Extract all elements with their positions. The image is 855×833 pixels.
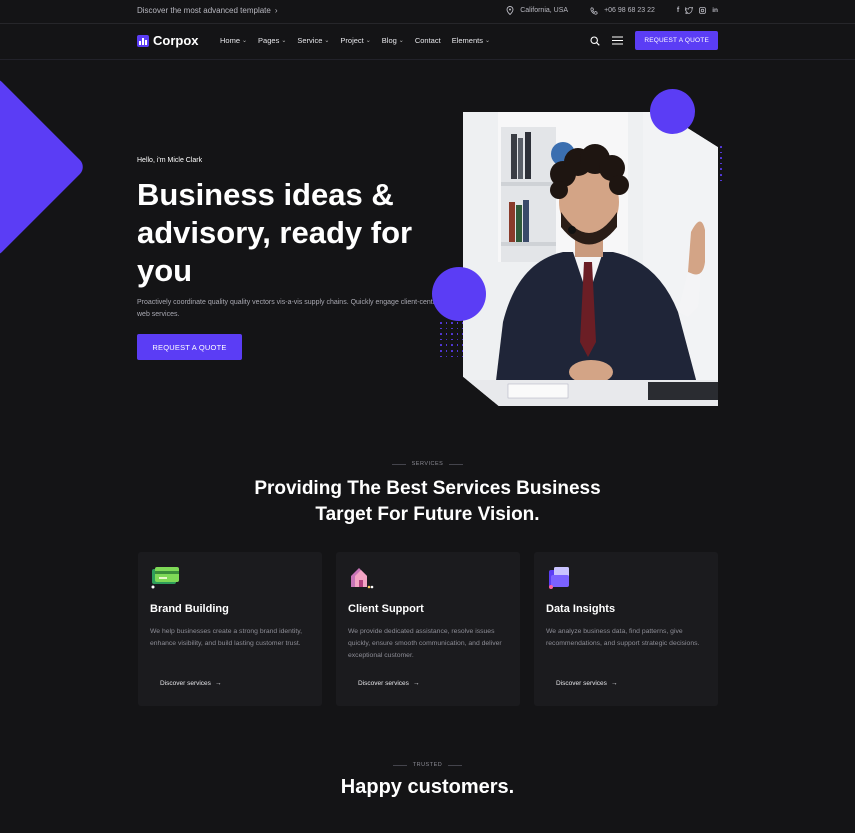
nav-item-home[interactable]: Home ⌄ [220, 36, 247, 45]
service-card-data-insights: Data Insights We analyze business data, … [534, 552, 718, 706]
discover-services-link[interactable]: Discover services → [358, 680, 419, 687]
logo-mark-icon [137, 34, 149, 47]
phone-icon [590, 6, 598, 15]
announcement-link[interactable]: Discover the most advanced template › [137, 6, 278, 15]
hero-title: Business ideas & advisory, ready for you [137, 177, 413, 288]
card-description: We analyze business data, find patterns,… [546, 628, 700, 647]
link-label: Discover services [358, 680, 409, 687]
logo-text: Corpox [153, 33, 199, 48]
nav-item-contact[interactable]: Contact [415, 36, 441, 45]
decorative-dots-left [440, 322, 464, 358]
hero-greeting: Hello, i'm Micle Clark [137, 157, 203, 164]
logo[interactable]: Corpox [137, 33, 199, 48]
services-eyebrow-label: SERVICES [411, 461, 444, 467]
chevron-down-icon: ⌄ [324, 38, 330, 44]
happy-customers-title: Happy customers. [340, 776, 515, 798]
phone-number[interactable]: +06 98 68 23 22 [604, 7, 655, 14]
services-title-line2: Target For Future Vision. [315, 504, 540, 525]
card-title: Client Support [348, 603, 424, 615]
credit-card-icon [150, 566, 179, 590]
nav-label: Contact [414, 36, 441, 45]
hero-description: Proactively coordinate quality quality v… [137, 299, 441, 318]
decorative-circle-left [432, 267, 486, 321]
menu-icon[interactable] [612, 36, 624, 45]
main-nav: Home ⌄ Pages ⌄ Service ⌄ Project ⌄ Blog ⌄ Con… [220, 36, 490, 45]
linkedin-icon[interactable]: in [712, 7, 718, 14]
nav-item-elements[interactable]: Elements ⌄ [452, 36, 490, 45]
chevron-down-icon: ⌄ [242, 38, 248, 44]
nav-label: Service [297, 36, 323, 45]
nav-item-project[interactable]: Project ⌄ [340, 36, 370, 45]
topbar: Discover the most advanced template › Ca… [0, 0, 855, 24]
nav-label: Blog [381, 36, 397, 45]
nav-item-pages[interactable]: Pages ⌄ [258, 36, 286, 45]
discover-services-link[interactable]: Discover services → [556, 680, 617, 687]
card-description: We help businesses create a strong brand… [150, 628, 303, 647]
service-card-client-support: Client Support We provide dedicated assi… [336, 552, 520, 706]
chevron-right-icon: › [274, 6, 278, 15]
nav-label: Project [340, 36, 364, 45]
service-card-brand-building: Brand Building We help businesses create… [138, 552, 322, 706]
services-title-line1: Providing The Best Services Business [254, 478, 601, 499]
request-quote-hero-button[interactable]: REQUEST A QUOTE [137, 334, 242, 360]
chevron-down-icon: ⌄ [365, 38, 371, 44]
trusted-eyebrow: TRUSTED [0, 762, 855, 768]
chevron-down-icon: ⌄ [398, 38, 404, 44]
instagram-icon[interactable] [699, 7, 707, 14]
chevron-down-icon: ⌄ [281, 38, 287, 44]
nav-item-service[interactable]: Service ⌄ [297, 36, 329, 45]
location-pin-icon [506, 6, 514, 15]
home-chat-icon [348, 566, 376, 590]
nav-label: Elements [451, 36, 483, 45]
hero-photo [463, 112, 718, 406]
nav-label: Home [220, 36, 241, 45]
trusted-eyebrow-label: TRUSTED [412, 762, 443, 768]
arrow-right-icon: → [214, 680, 222, 687]
card-title: Brand Building [150, 603, 229, 615]
card-description: We provide dedicated assistance, resolve… [348, 628, 502, 659]
businessman-photo-image [463, 112, 718, 406]
link-label: Discover services [556, 680, 607, 687]
request-quote-header-button[interactable]: REQUEST A QUOTE [635, 31, 718, 50]
nav-item-blog[interactable]: Blog ⌄ [382, 36, 404, 45]
link-label: Discover services [160, 680, 211, 687]
arrow-right-icon: → [412, 680, 420, 687]
main-header: Corpox Home ⌄ Pages ⌄ Service ⌄ Project ⌄ Bl… [0, 24, 855, 60]
arrow-right-icon: → [610, 680, 618, 687]
search-icon[interactable] [590, 35, 601, 46]
discover-services-link[interactable]: Discover services → [160, 680, 221, 687]
chevron-down-icon: ⌄ [484, 38, 490, 44]
folder-icon [546, 566, 574, 590]
nav-label: Pages [258, 36, 280, 45]
decorative-circle-top [650, 89, 695, 134]
services-eyebrow: SERVICES [0, 461, 855, 467]
facebook-icon[interactable]: f [677, 7, 679, 14]
location-text: California, USA [520, 7, 569, 14]
twitter-icon[interactable] [685, 7, 694, 14]
announcement-text: Discover the most advanced template [137, 6, 271, 15]
decorative-diamond [0, 75, 87, 259]
card-title: Data Insights [546, 603, 616, 615]
